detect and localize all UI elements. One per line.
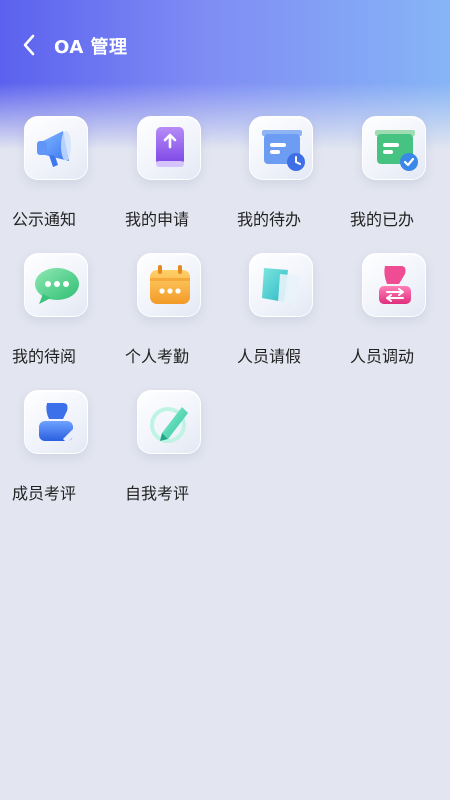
menu-item-label: 成员考评 — [12, 484, 77, 503]
menu-item-label: 我的待办 — [237, 210, 302, 229]
chat-bubble-icon — [35, 268, 79, 304]
menu-item-member-evaluation[interactable]: 成员考评 — [12, 390, 112, 510]
chevron-left-icon — [23, 34, 35, 56]
menu-item-personal-attendance[interactable]: 个人考勤 — [125, 253, 225, 373]
menu-item-my-to-read[interactable]: 我的待阅 — [12, 253, 112, 373]
menu-item-label: 我的待阅 — [12, 347, 77, 366]
pending-clock-icon — [262, 130, 305, 171]
transfer-user-icon — [379, 266, 411, 304]
menu-item-label: 人员调动 — [350, 347, 415, 366]
menu-item-announcements[interactable]: 公示通知 — [12, 116, 112, 236]
user-edit-icon — [39, 403, 79, 443]
flag-icon — [262, 268, 300, 306]
menu-item-self-evaluation[interactable]: 自我考评 — [125, 390, 225, 510]
menu-item-staff-transfer[interactable]: 人员调动 — [350, 253, 450, 373]
megaphone-icon — [37, 131, 71, 167]
top-bar: OA 管理 — [0, 0, 450, 92]
menu-item-my-applications[interactable]: 我的申请 — [125, 116, 225, 236]
menu-item-label: 个人考勤 — [125, 347, 190, 366]
menu-item-label: 我的申请 — [125, 210, 190, 229]
back-button[interactable] — [14, 30, 44, 60]
page-title: OA 管理 — [54, 37, 128, 58]
pen-circle-icon — [150, 407, 188, 443]
calendar-icon — [150, 265, 190, 304]
upload-book-icon — [156, 127, 184, 167]
menu-item-label: 自我考评 — [125, 484, 190, 503]
menu-item-my-completed[interactable]: 我的已办 — [350, 116, 450, 236]
done-check-icon — [375, 130, 418, 171]
menu-item-my-pending[interactable]: 我的待办 — [237, 116, 337, 236]
menu-item-staff-leave[interactable]: 人员请假 — [237, 253, 337, 373]
menu-item-label: 我的已办 — [350, 210, 415, 229]
menu-item-label: 公示通知 — [12, 210, 77, 229]
menu-item-label: 人员请假 — [237, 347, 302, 366]
